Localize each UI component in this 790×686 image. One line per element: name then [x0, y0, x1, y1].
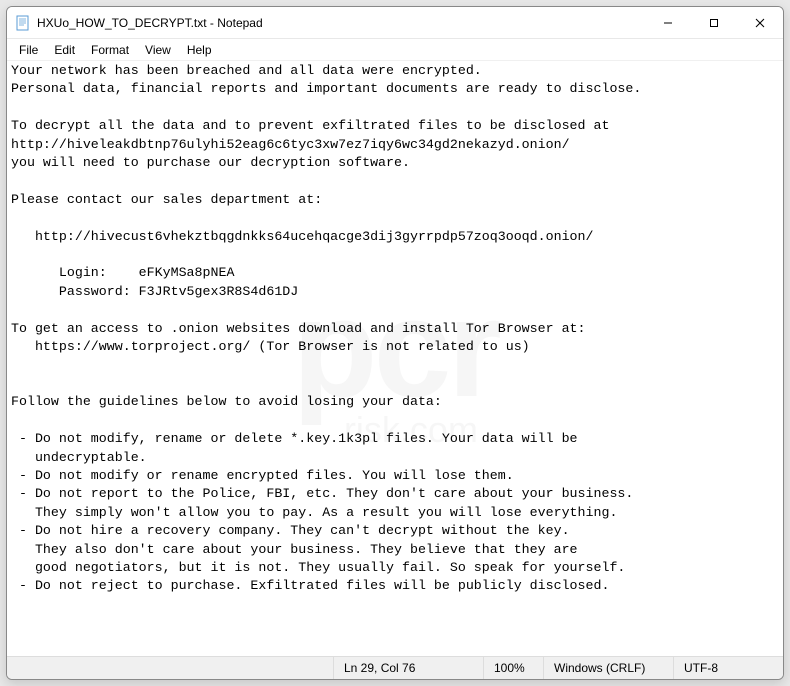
status-position: Ln 29, Col 76 [333, 657, 483, 679]
menu-help[interactable]: Help [179, 41, 220, 59]
text-area[interactable]: pcr risk.com Your network has been breac… [7, 61, 783, 656]
status-encoding: UTF-8 [673, 657, 783, 679]
notepad-window: HXUo_HOW_TO_DECRYPT.txt - Notepad File E… [6, 6, 784, 680]
minimize-button[interactable] [645, 7, 691, 38]
menu-edit[interactable]: Edit [46, 41, 83, 59]
window-title: HXUo_HOW_TO_DECRYPT.txt - Notepad [37, 16, 645, 30]
document-text[interactable]: Your network has been breached and all d… [7, 61, 783, 597]
status-line-ending: Windows (CRLF) [543, 657, 673, 679]
close-button[interactable] [737, 7, 783, 38]
statusbar: Ln 29, Col 76 100% Windows (CRLF) UTF-8 [7, 656, 783, 679]
menu-view[interactable]: View [137, 41, 179, 59]
status-zoom: 100% [483, 657, 543, 679]
titlebar[interactable]: HXUo_HOW_TO_DECRYPT.txt - Notepad [7, 7, 783, 39]
menubar: File Edit Format View Help [7, 39, 783, 61]
menu-file[interactable]: File [11, 41, 46, 59]
menu-format[interactable]: Format [83, 41, 137, 59]
notepad-icon [15, 15, 31, 31]
window-controls [645, 7, 783, 38]
maximize-button[interactable] [691, 7, 737, 38]
